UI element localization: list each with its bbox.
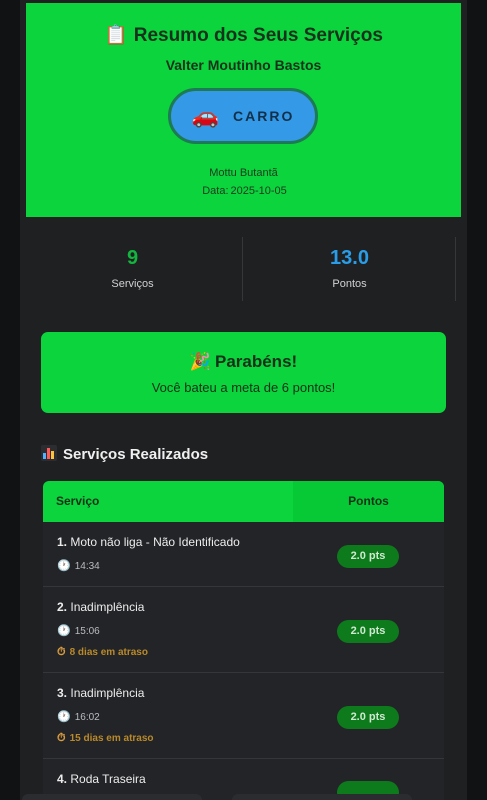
clock-icon: 🕐 xyxy=(57,710,71,723)
stopwatch-icon: ⏱ xyxy=(57,645,66,658)
column-header-service: Serviço xyxy=(56,494,100,508)
congrats-title: 🎉 Parabéns! xyxy=(189,352,298,372)
table-row[interactable]: 2. Inadimplência 🕐 15:06 ⏱ 8 dias em atras… xyxy=(43,587,444,673)
stat-services-value: 9 xyxy=(126,247,139,269)
overdue-info: ⏱ 8 dias em atraso xyxy=(57,645,148,658)
service-time: 🕐 15:06 xyxy=(57,624,100,637)
service-description: 2. Inadimplência xyxy=(57,600,145,614)
nav-tab-right[interactable] xyxy=(232,794,412,800)
stopwatch-icon: ⏱ xyxy=(57,731,66,744)
stat-points-label: Pontos xyxy=(332,278,367,290)
branch-name: Mottu Butantã xyxy=(209,167,278,179)
table-row[interactable]: 3. Inadimplência 🕐 16:02 ⏱ 15 dias em atra… xyxy=(43,673,444,759)
summary-header: 📋 Resumo dos Seus Serviços Valter Moutinh… xyxy=(26,3,461,217)
service-description: 1. Moto não liga - Não Identificado xyxy=(57,535,240,549)
summary-date: Data: 2025-10-05 xyxy=(26,185,461,197)
goal-achieved-banner: 🎉 Parabéns! Você bateu a meta de 6 pontos… xyxy=(41,332,446,413)
points-badge: 2.0 pts xyxy=(337,706,399,729)
services-section-title: Serviços Realizados xyxy=(41,445,208,463)
overdue-info: ⏱ 15 dias em atraso xyxy=(57,731,154,744)
driver-name: Valter Moutinho Bastos xyxy=(165,57,322,73)
service-description: 4. Roda Traseira xyxy=(57,772,146,786)
vehicle-type-button[interactable]: 🚗 CARRO xyxy=(168,88,318,144)
services-table: Serviço Pontos 1. Moto não liga - Não Id… xyxy=(43,481,444,800)
clock-icon: 🕐 xyxy=(57,624,71,637)
stat-points-value: 13.0 xyxy=(330,247,369,269)
table-row[interactable]: 1. Moto não liga - Não Identificado 🕐 14:… xyxy=(43,522,444,587)
bottom-nav-bar xyxy=(22,794,467,800)
date-value: 2025-10-05 xyxy=(230,185,287,197)
nav-tab-left[interactable] xyxy=(22,794,202,800)
congrats-message: Você bateu a meta de 6 pontos! xyxy=(151,380,336,395)
service-description: 3. Inadimplência xyxy=(57,686,145,700)
vehicle-type-label: CARRO xyxy=(233,108,295,124)
bar-chart-icon xyxy=(41,445,57,461)
party-popper-icon: 🎉 xyxy=(189,352,211,372)
column-header-points: Pontos xyxy=(293,481,444,522)
page-title: 📋 Resumo dos Seus Serviços xyxy=(104,24,383,46)
car-icon: 🚗 xyxy=(191,103,220,129)
table-header: Serviço Pontos xyxy=(43,481,444,522)
stats-panel: 9 Serviços 13.0 Pontos xyxy=(26,237,461,301)
clock-icon: 🕐 xyxy=(57,559,71,572)
points-badge: 2.0 pts xyxy=(337,545,399,568)
stat-points: 13.0 Pontos xyxy=(242,237,456,301)
points-badge: 2.0 pts xyxy=(337,620,399,643)
service-time: 🕐 14:34 xyxy=(57,559,100,572)
stat-services: 9 Serviços xyxy=(26,237,239,301)
stat-services-label: Serviços xyxy=(111,278,154,290)
clipboard-icon: 📋 xyxy=(104,24,128,46)
date-label: Data: xyxy=(202,185,229,197)
service-time: 🕐 16:02 xyxy=(57,710,100,723)
summary-page: 📋 Resumo dos Seus Serviços Valter Moutinh… xyxy=(20,0,467,800)
